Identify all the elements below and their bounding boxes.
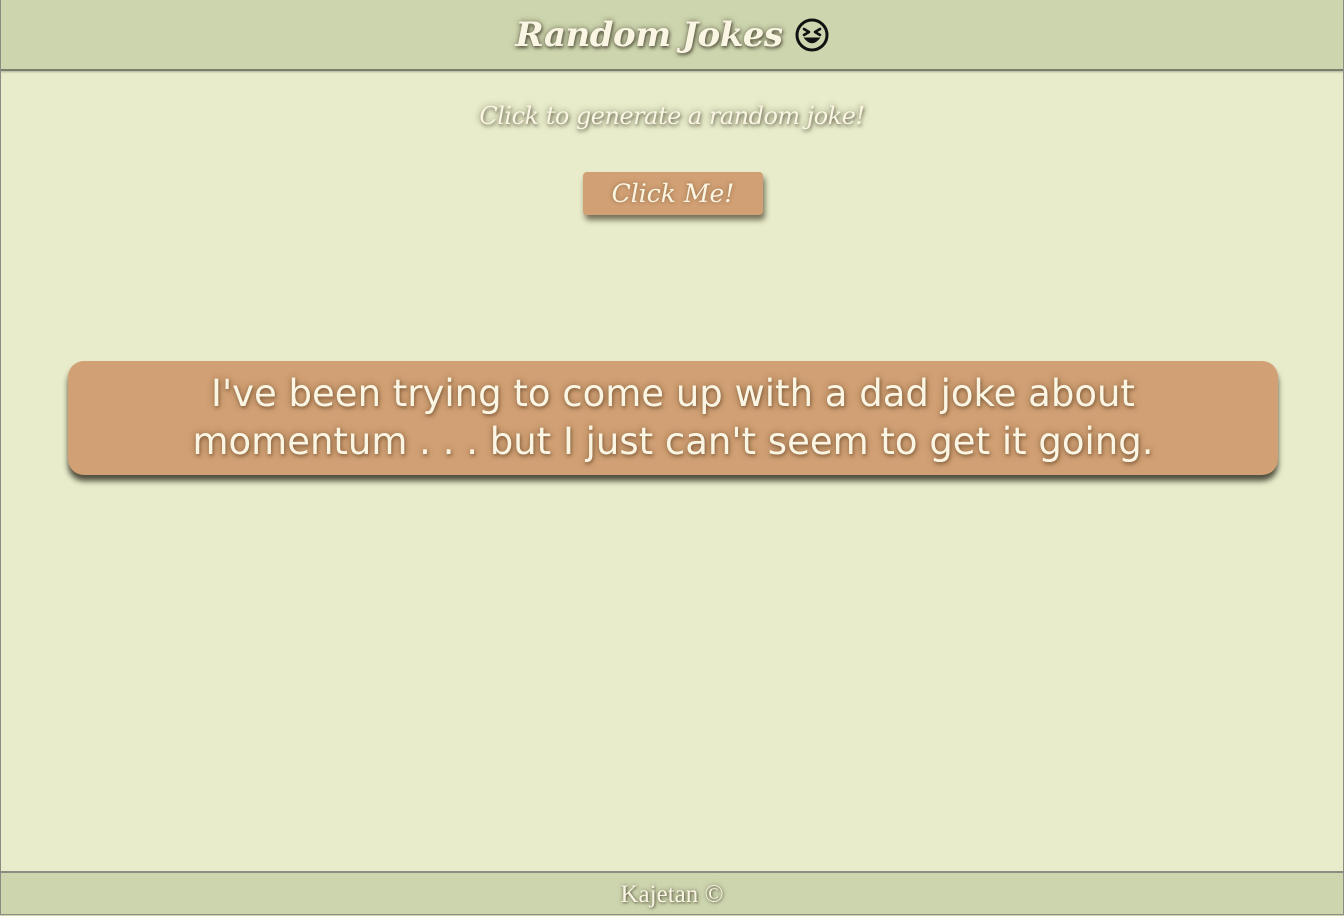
generate-joke-button[interactable]: Click Me!	[583, 172, 763, 215]
page-title-text: Random Jokes	[515, 14, 783, 55]
page-footer: Kajetan ©	[0, 871, 1344, 916]
joke-card: I've been trying to come up with a dad j…	[68, 361, 1278, 475]
instruction-text: Click to generate a random joke!	[479, 102, 865, 130]
grinning-squinting-face-icon	[795, 18, 829, 51]
joke-text: I've been trying to come up with a dad j…	[192, 372, 1154, 463]
footer-credit: Kajetan ©	[620, 880, 724, 908]
page-header: Random Jokes	[0, 0, 1344, 71]
page-title: Random Jokes	[515, 14, 829, 55]
